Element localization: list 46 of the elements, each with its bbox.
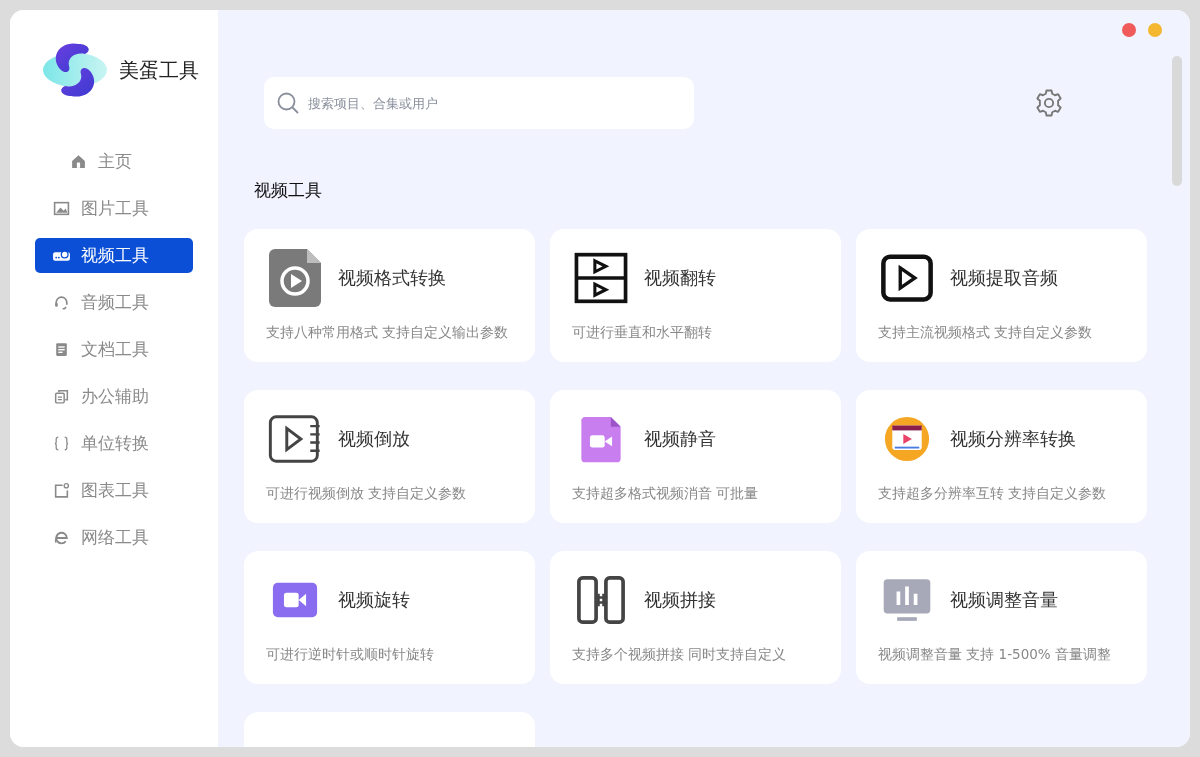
tool-card[interactable]: 视频静音 支持超多格式视频消音 可批量	[550, 390, 841, 523]
sidebar-item[interactable]: 办公辅助	[35, 379, 193, 414]
tool-card[interactable]: 视频分辨率转换 支持超多分辨率互转 支持自定义参数	[856, 390, 1147, 523]
card-description: 支持八种常用格式 支持自定义输出参数	[266, 324, 510, 342]
card-description: 视频调整音量 支持 1-500% 音量调整	[878, 646, 1112, 664]
tool-card[interactable]: 视频拼接 支持多个视频拼接 同时支持自定义	[550, 551, 841, 684]
card-title: 视频拼接	[644, 588, 716, 612]
search-field[interactable]: 搜索项目、合集或用户	[264, 77, 694, 129]
logo-icon	[41, 40, 109, 100]
video-file-icon	[268, 249, 322, 307]
card-title: 视频静音	[644, 427, 716, 451]
card-title: 视频倒放	[338, 427, 410, 451]
sidebar-item[interactable]: 音频工具	[35, 285, 193, 320]
app-name: 美蛋工具	[119, 56, 199, 84]
scrollbar[interactable]	[1172, 56, 1182, 186]
card-title: 视频旋转	[338, 588, 410, 612]
tool-card[interactable]: 视频调整音量 视频调整音量 支持 1-500% 音量调整	[856, 551, 1147, 684]
sidebar-item[interactable]: 网络工具	[35, 520, 193, 555]
sidebar-item[interactable]: 图片工具	[35, 191, 193, 226]
card-title: 视频格式转换	[338, 266, 446, 290]
sidebar-item[interactable]: 单位转换	[35, 426, 193, 461]
sidebar-item[interactable]: 文档工具	[35, 332, 193, 367]
card-title: 视频调整音量	[950, 588, 1058, 612]
minimize-button[interactable]	[1148, 23, 1162, 37]
close-button[interactable]	[1122, 23, 1136, 37]
card-description: 支持多个视频拼接 同时支持自定义	[572, 646, 788, 664]
card-description: 支持超多分辨率互转 支持自定义参数	[878, 485, 1108, 503]
search-icon	[276, 91, 300, 115]
card-description: 可进行视频倒放 支持自定义参数	[266, 485, 468, 503]
card-description: 可进行逆时针或顺时针旋转	[266, 646, 435, 664]
tool-card[interactable]: 视频翻转 可进行垂直和水平翻转	[550, 229, 841, 362]
tool-card[interactable]: 视频提取音频 支持主流视频格式 支持自定义参数	[856, 229, 1147, 362]
card-description: 可进行垂直和水平翻转	[572, 324, 713, 342]
sidebar-item[interactable]: 视频工具	[35, 238, 193, 273]
tool-card[interactable]: 视频格式转换 支持八种常用格式 支持自定义输出参数	[244, 229, 535, 362]
card-title: 视频分辨率转换	[950, 427, 1076, 451]
tool-card[interactable]: 视频旋转 可进行逆时针或顺时针旋转	[244, 551, 535, 684]
card-description: 支持主流视频格式 支持自定义参数	[878, 324, 1094, 342]
sidebar-item[interactable]: 图表工具	[35, 473, 193, 508]
card-title: 视频翻转	[644, 266, 716, 290]
section-title: 视频工具	[254, 179, 323, 202]
image-icon	[51, 200, 71, 217]
settings-icon[interactable]	[1034, 88, 1064, 118]
card-title: 视频提取音频	[950, 266, 1058, 290]
card-description: 支持超多格式视频消音 可批量	[572, 485, 760, 503]
tool-card[interactable]: 视频倒放 可进行视频倒放 支持自定义参数	[244, 390, 535, 523]
